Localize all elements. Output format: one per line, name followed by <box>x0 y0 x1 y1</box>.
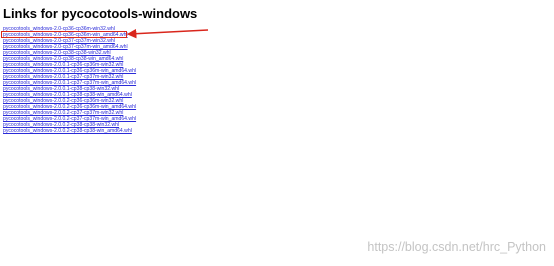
link-list: pycocotools_windows-2.0-cp36-cp36m-win32… <box>3 26 136 134</box>
arrow-line <box>126 28 209 39</box>
wheel-link[interactable]: pycocotools_windows-2.0.0.2-cp38-cp38-wi… <box>3 128 136 134</box>
page-title: Links for pycocotools-windows <box>3 6 198 21</box>
watermark: https://blog.csdn.net/hrc_Python <box>367 240 546 254</box>
